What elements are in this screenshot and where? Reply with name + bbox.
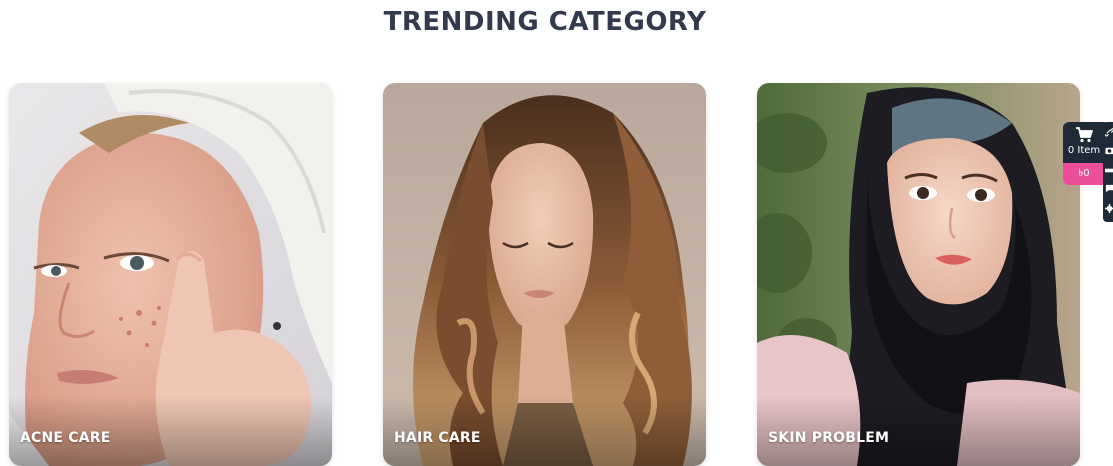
link-icon[interactable] [1105, 128, 1113, 137]
cart-item-count: 0 Item [1067, 145, 1101, 156]
cart-total: ৳0 [1063, 163, 1105, 185]
shopping-cart-icon [1076, 127, 1093, 143]
category-card-hair-care[interactable]: HAIR CARE [383, 83, 706, 466]
gear-icon[interactable] [1105, 204, 1113, 213]
section-title: TRENDING CATEGORY [383, 7, 707, 37]
category-card-acne-care[interactable]: ACNE CARE [9, 83, 332, 466]
eye-icon[interactable] [1105, 146, 1113, 155]
page: TRENDING CATEGORY ACNE CARE HAIR CARE SK… [0, 0, 1113, 466]
compare-icon[interactable] [1105, 166, 1113, 175]
floating-cart[interactable]: 0 Item ৳0 [1063, 122, 1105, 185]
cart-summary[interactable]: 0 Item [1063, 122, 1105, 163]
category-label: HAIR CARE [394, 430, 481, 446]
chat-icon[interactable] [1105, 184, 1113, 193]
category-card-skin-problem[interactable]: SKIN PROBLEM [757, 83, 1080, 466]
category-label: SKIN PROBLEM [768, 430, 890, 446]
side-tools-strip [1103, 122, 1113, 222]
category-label: ACNE CARE [20, 430, 111, 446]
